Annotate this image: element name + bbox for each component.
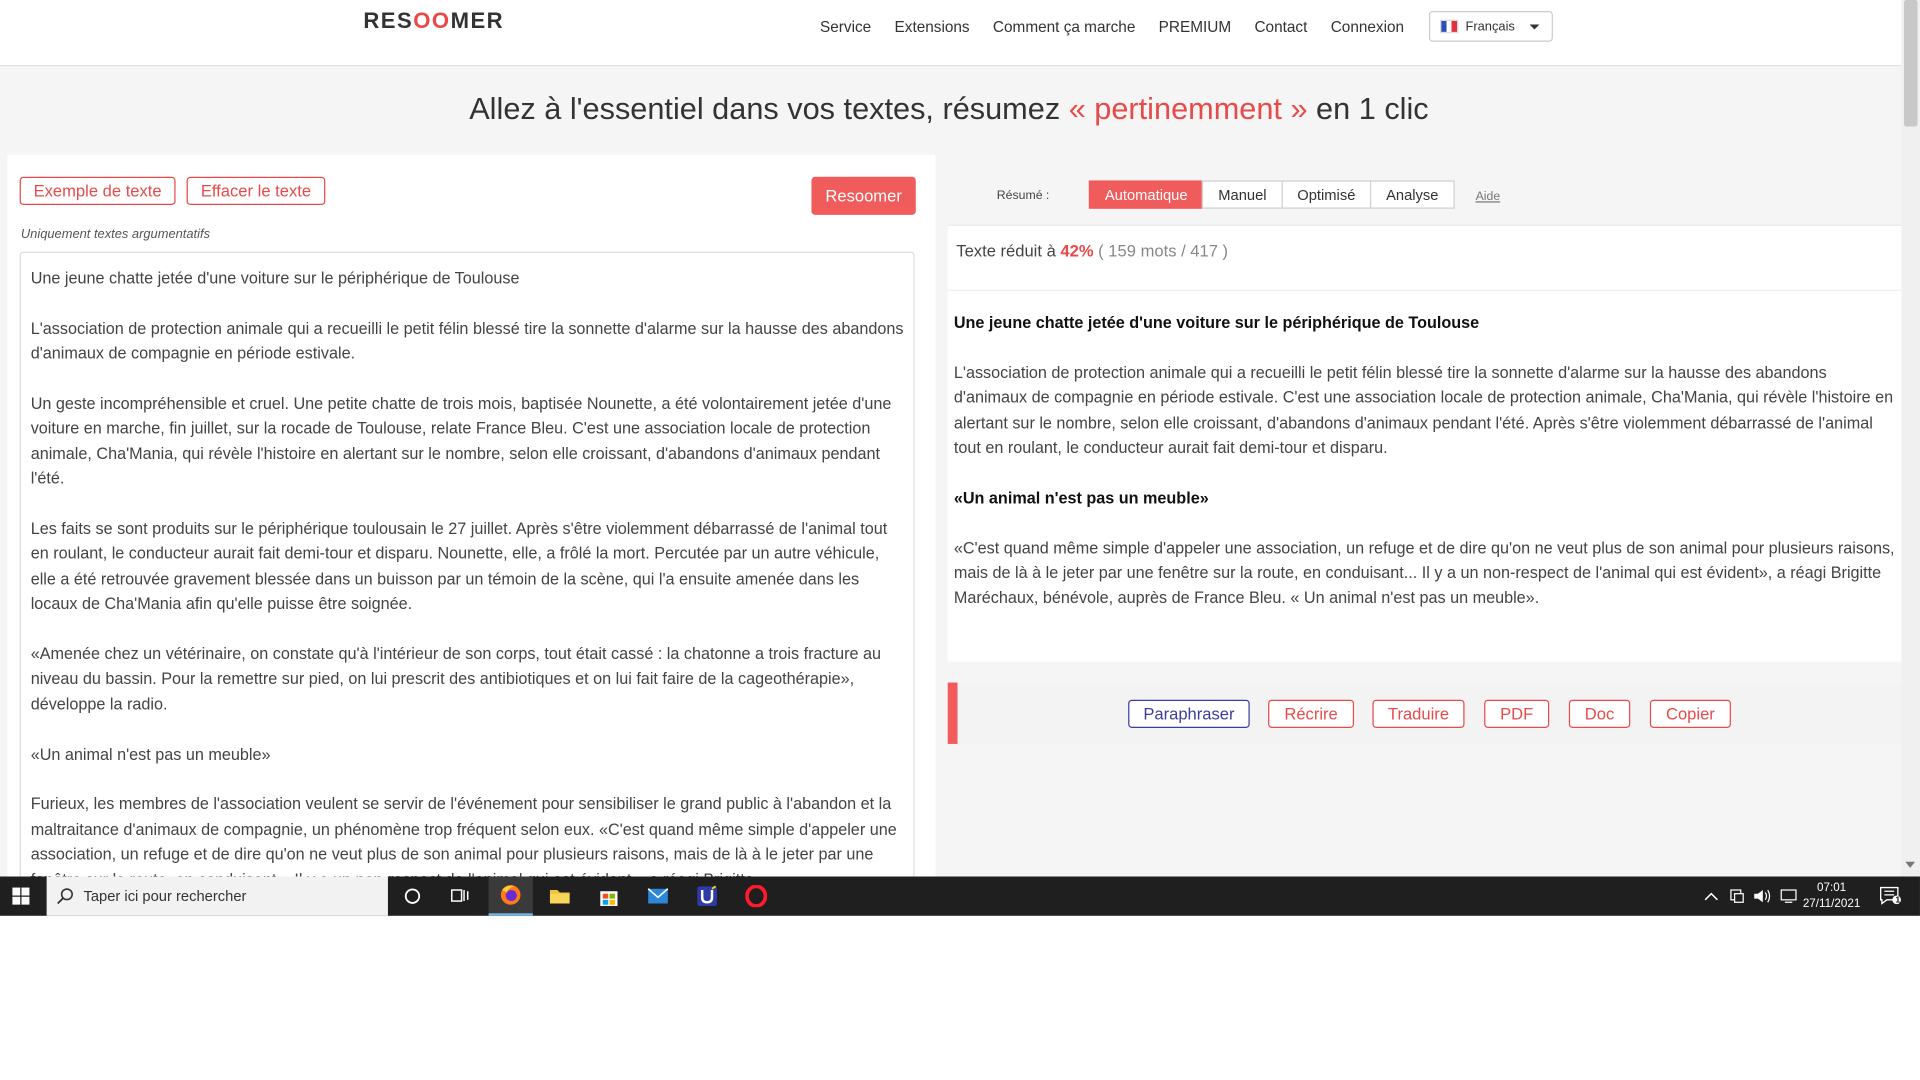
volume-icon[interactable] [1753,888,1773,905]
main-nav: Service Extensions Comment ça marche PRE… [820,11,1553,42]
firefox-taskbar-button[interactable] [488,876,533,916]
system-clock[interactable]: 07:01 27/11/2021 [1795,880,1869,912]
nav-login[interactable]: Connexion [1331,18,1404,35]
nav-contact[interactable]: Contact [1254,18,1307,35]
mail-button[interactable] [636,877,680,916]
divider [947,289,1902,291]
resoomer-logo[interactable]: RESOOMER [363,9,504,35]
clock-time: 07:01 [1816,881,1847,895]
source-paragraph: Un geste incompréhensible et cruel. Une … [30,394,892,488]
tab-automatique[interactable]: Automatique [1088,180,1204,209]
mail-icon [647,888,669,904]
file-explorer-button[interactable] [538,877,582,916]
page-headline: Allez à l'essentiel dans vos textes, rés… [469,92,1429,127]
translate-button[interactable]: Traduire [1372,699,1465,728]
firefox-icon [500,885,521,905]
browser-viewport: RESOOMER Service Extensions Comment ça m… [0,0,1920,877]
resume-label: Résumé : [996,189,1050,203]
clock-date: 27/11/2021 [1802,897,1861,911]
cortana-icon [404,888,421,904]
copy-button[interactable]: Copier [1649,699,1731,728]
resoomer-button[interactable]: Resoomer [811,176,916,215]
argumentative-only-note: Uniquement textes argumentatifs [20,227,211,242]
summary-actions: Paraphraser Récrire Traduire PDF Doc Cop… [947,682,1902,744]
source-paragraph: L'association de protection animale qui … [30,318,904,363]
language-label: Français [1465,19,1515,34]
app-u-button[interactable] [685,877,729,916]
start-button[interactable] [0,877,41,916]
network-icon[interactable] [1728,888,1745,905]
mode-tabs: Automatique Manuel Optimisé Analyse [1088,180,1455,209]
top-navigation: RESOOMER Service Extensions Comment ça m… [0,0,1902,67]
scrollbar-thumb[interactable] [1904,0,1918,127]
task-view-button[interactable] [438,877,482,916]
source-paragraph: Furieux, les membres de l'association ve… [30,794,897,877]
opera-button[interactable] [734,877,778,916]
store-button[interactable] [587,877,631,916]
doc-button[interactable]: Doc [1568,699,1631,728]
task-view-icon [451,889,469,902]
input-panel: Exemple de texte Effacer le texte Resoom… [7,154,936,877]
windows-logo-icon [11,887,29,905]
chevron-up-icon[interactable] [1704,890,1719,902]
source-text-area[interactable]: Une jeune chatte jetée d'une voiture sur… [19,251,915,877]
summary-title: Une jeune chatte jetée d'une voiture sur… [953,313,1480,332]
summary-panel: Texte réduit à 42% ( 159 mots / 417 ) Un… [947,225,1902,662]
caret-down-icon [1529,23,1540,29]
opera-icon [745,885,768,908]
cortana-button[interactable] [390,877,434,916]
reduction-percent: 42% [1060,241,1094,261]
summary-paragraph: L'association de protection animale qui … [953,363,1894,457]
page-scrollbar[interactable] [1901,0,1920,877]
search-placeholder: Taper ici pour rechercher [83,887,247,905]
nav-extensions[interactable]: Extensions [895,18,970,35]
summary-subtitle: «Un animal n'est pas un meuble» [953,488,1209,507]
source-paragraph: «Amenée chez un vétérinaire, on constate… [30,644,881,714]
france-flag-icon [1439,19,1459,34]
scroll-down-arrow-icon[interactable] [1905,861,1916,868]
tab-optimise[interactable]: Optimisé [1281,180,1372,209]
file-explorer-icon [549,890,570,904]
example-text-button[interactable]: Exemple de texte [19,176,176,206]
language-select[interactable]: Français [1428,11,1553,42]
reduction-stats: Texte réduit à 42% ( 159 mots / 417 ) [956,241,1229,261]
summary-paragraph: «C'est quand même simple d'appeler une a… [953,538,1895,607]
windows-taskbar: Taper ici pour rechercher 07:01 27/11/20… [0,876,1920,916]
source-paragraph: Les faits se sont produits sur le périph… [30,519,888,613]
help-link[interactable]: Aide [1476,190,1501,204]
app-u-icon [697,885,717,906]
pdf-button[interactable]: PDF [1484,699,1550,728]
paraphrase-button[interactable]: Paraphraser [1128,699,1250,728]
word-count: ( 159 mots / 417 ) [1093,241,1229,261]
clear-text-button[interactable]: Effacer le texte [186,176,326,206]
nav-how-it-works[interactable]: Comment ça marche [993,18,1135,35]
summary-mode-toolbar: Résumé : Automatique Manuel Optimisé Ana… [947,168,1902,226]
notification-count: 1 [1895,896,1901,905]
tab-analyse[interactable]: Analyse [1370,180,1455,209]
store-icon [600,891,618,906]
taskbar-search[interactable]: Taper ici pour rechercher [46,876,388,916]
summary-text[interactable]: Une jeune chatte jetée d'une voiture sur… [954,311,1902,637]
notification-center-button[interactable]: 1 [1868,877,1912,916]
source-paragraph: «Un animal n'est pas un meuble» [30,744,271,764]
nav-service[interactable]: Service [820,18,871,35]
system-tray [1704,877,1800,916]
search-icon [57,888,73,905]
nav-premium[interactable]: PREMIUM [1159,18,1231,35]
rewrite-button[interactable]: Récrire [1268,699,1355,728]
source-paragraph: Une jeune chatte jetée d'une voiture sur… [30,268,520,288]
tab-manuel[interactable]: Manuel [1202,180,1283,209]
